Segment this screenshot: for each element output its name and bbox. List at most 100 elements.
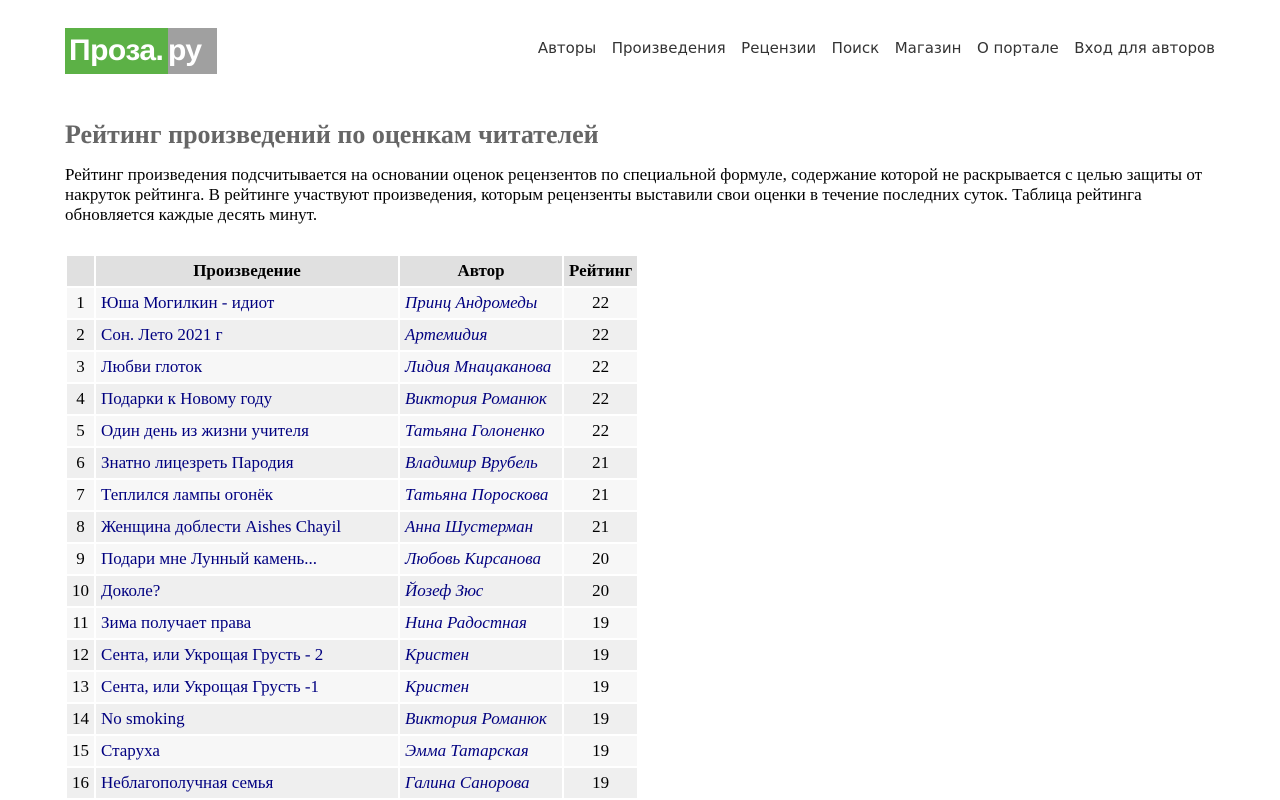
work-link[interactable]: Любви глоток (101, 357, 202, 376)
work-link[interactable]: Старуха (101, 741, 160, 760)
nav-login[interactable]: Вход для авторов (1074, 38, 1215, 58)
page-title: Рейтинг произведений по оценкам читателе… (65, 120, 599, 149)
author-cell: Кристен (400, 672, 562, 702)
rating-value: 21 (564, 448, 638, 478)
rating-value: 20 (564, 576, 638, 606)
work-link[interactable]: Сента, или Укрощая Грусть - 2 (101, 645, 323, 664)
nav-authors[interactable]: Авторы (538, 38, 596, 58)
author-link[interactable]: Татьяна Голоненко (405, 421, 545, 440)
author-cell: Виктория Романюк (400, 704, 562, 734)
rating-value: 22 (564, 288, 638, 318)
table-row: 8 Женщина доблести Aishes Chayil Анна Шуст… (67, 512, 638, 542)
logo-suffix-text: ру (168, 28, 217, 74)
author-link[interactable]: Татьяна Пороскова (405, 485, 548, 504)
rating-table-body: 1 Юша Могилкин - идиот Принц Андромеды 22 2 С… (67, 288, 638, 798)
nav-reviews[interactable]: Рецензии (741, 38, 816, 58)
table-row: 14 No smoking Виктория Романюк 19 (67, 704, 638, 734)
nav-works[interactable]: Произведения (612, 38, 726, 58)
table-row: 1 Юша Могилкин - идиот Принц Андромеды 22 (67, 288, 638, 318)
author-link[interactable]: Лидия Мнацаканова (405, 357, 551, 376)
site-logo[interactable]: Проза. ру (65, 28, 217, 74)
table-row: 3 Любви глоток Лидия Мнацаканова 22 (67, 352, 638, 382)
author-link[interactable]: Кристен (405, 645, 469, 664)
nav-search[interactable]: Поиск (832, 38, 880, 58)
rating-value: 19 (564, 704, 638, 734)
work-cell: Сента, или Укрощая Грусть - 2 (96, 640, 398, 670)
table-row: 5 Один день из жизни учителя Татьяна Голон… (67, 416, 638, 446)
rating-value: 19 (564, 640, 638, 670)
work-link[interactable]: No smoking (101, 709, 185, 728)
rating-value: 19 (564, 672, 638, 702)
logo-main-text: Проза. (65, 28, 168, 74)
main-nav: Авторы Произведения Рецензии Поиск Магаз… (538, 38, 1215, 58)
rating-value: 20 (564, 544, 638, 574)
work-link[interactable]: Неблагополучная семья (101, 773, 273, 792)
work-link[interactable]: Сон. Лето 2021 г (101, 325, 223, 344)
rating-value: 19 (564, 608, 638, 638)
nav-shop[interactable]: Магазин (895, 38, 962, 58)
author-link[interactable]: Любовь Кирсанова (405, 549, 541, 568)
author-cell: Принц Андромеды (400, 288, 562, 318)
author-link[interactable]: Галина Санорова (405, 773, 530, 792)
work-cell: Неблагополучная семья (96, 768, 398, 798)
work-link[interactable]: Подари мне Лунный камень... (101, 549, 317, 568)
work-link[interactable]: Женщина доблести Aishes Chayil (101, 517, 341, 536)
row-number: 7 (67, 480, 94, 510)
author-cell: Любовь Кирсанова (400, 544, 562, 574)
row-number: 4 (67, 384, 94, 414)
table-row: 16 Неблагополучная семья Галина Санорова 19 (67, 768, 638, 798)
table-row: 10 Доколе? Йозеф Зюс 20 (67, 576, 638, 606)
header-author: Автор (400, 256, 562, 286)
row-number: 16 (67, 768, 94, 798)
rating-table: Произведение Автор Рейтинг 1 Юша Могилкин… (65, 254, 639, 800)
work-cell: Любви глоток (96, 352, 398, 382)
work-link[interactable]: Зима получает права (101, 613, 251, 632)
author-link[interactable]: Виктория Романюк (405, 389, 547, 408)
row-number: 12 (67, 640, 94, 670)
work-cell: Знатно лицезреть Пародия (96, 448, 398, 478)
work-link[interactable]: Один день из жизни учителя (101, 421, 309, 440)
nav-about[interactable]: О портале (977, 38, 1059, 58)
author-link[interactable]: Принц Андромеды (405, 293, 537, 312)
site-header: Проза. ру Авторы Произведения Рецензии П… (65, 28, 1215, 74)
page-intro: Рейтинг произведения подсчитывается на о… (65, 165, 1203, 224)
work-cell: Женщина доблести Aishes Chayil (96, 512, 398, 542)
work-link[interactable]: Сента, или Укрощая Грусть -1 (101, 677, 319, 696)
work-cell: Подарки к Новому году (96, 384, 398, 414)
row-number: 6 (67, 448, 94, 478)
row-number: 15 (67, 736, 94, 766)
work-link[interactable]: Теплился лампы огонёк (101, 485, 273, 504)
work-cell: Старуха (96, 736, 398, 766)
rating-value: 19 (564, 736, 638, 766)
author-link[interactable]: Кристен (405, 677, 469, 696)
author-link[interactable]: Владимир Врубель (405, 453, 538, 472)
header-work: Произведение (96, 256, 398, 286)
work-link[interactable]: Доколе? (101, 581, 160, 600)
author-link[interactable]: Эмма Татарская (405, 741, 529, 760)
row-number: 13 (67, 672, 94, 702)
work-cell: Зима получает права (96, 608, 398, 638)
author-link[interactable]: Виктория Романюк (405, 709, 547, 728)
author-cell: Артемидия (400, 320, 562, 350)
work-link[interactable]: Подарки к Новому году (101, 389, 272, 408)
header-rating: Рейтинг (564, 256, 638, 286)
work-link[interactable]: Знатно лицезреть Пародия (101, 453, 294, 472)
header-num (67, 256, 94, 286)
table-row: 7 Теплился лампы огонёк Татьяна Пороскова 2… (67, 480, 638, 510)
author-link[interactable]: Нина Радостная (405, 613, 527, 632)
author-link[interactable]: Анна Шустерман (405, 517, 533, 536)
work-cell: Сента, или Укрощая Грусть -1 (96, 672, 398, 702)
author-link[interactable]: Йозеф Зюс (405, 581, 483, 600)
rating-value: 19 (564, 768, 638, 798)
row-number: 8 (67, 512, 94, 542)
author-cell: Анна Шустерман (400, 512, 562, 542)
work-link[interactable]: Юша Могилкин - идиот (101, 293, 274, 312)
rating-value: 22 (564, 384, 638, 414)
row-number: 10 (67, 576, 94, 606)
author-link[interactable]: Артемидия (405, 325, 487, 344)
row-number: 5 (67, 416, 94, 446)
work-cell: Юша Могилкин - идиот (96, 288, 398, 318)
row-number: 9 (67, 544, 94, 574)
row-number: 1 (67, 288, 94, 318)
work-cell: No smoking (96, 704, 398, 734)
